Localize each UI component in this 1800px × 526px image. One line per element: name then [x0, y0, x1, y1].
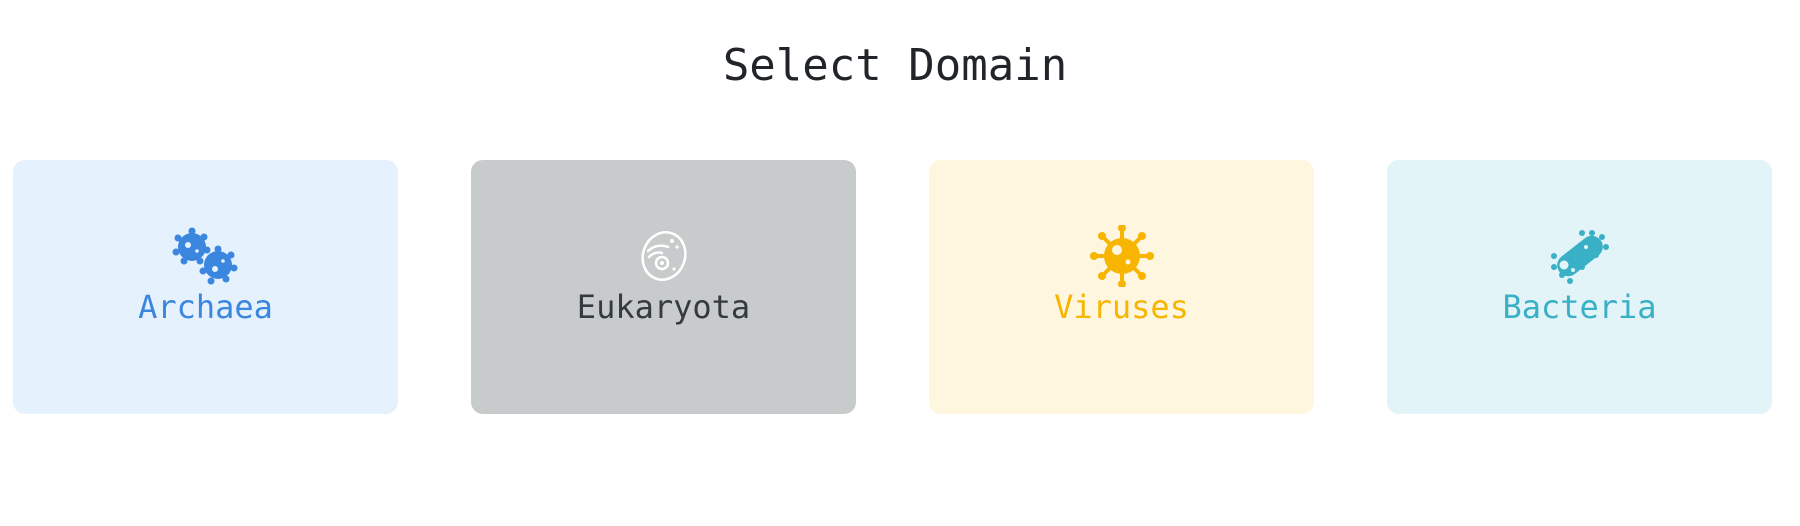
domain-card-label: Viruses [1054, 288, 1189, 326]
page-title: Select Domain [722, 40, 1068, 91]
domain-card-label: Archaea [138, 288, 273, 326]
domain-card-label: Bacteria [1502, 288, 1657, 326]
eukaryote-cell-icon [624, 225, 704, 287]
virus-icon [1082, 225, 1162, 287]
archaea-microbe-icon [166, 225, 246, 287]
domain-card-label: Eukaryota [576, 288, 751, 326]
domain-card-grid: Archaea Eukaryota Viruses Bacteria [13, 160, 1778, 414]
domain-card-bacteria[interactable]: Bacteria [1387, 160, 1772, 414]
domain-card-viruses[interactable]: Viruses [929, 160, 1314, 414]
domain-card-archaea[interactable]: Archaea [13, 160, 398, 414]
bacteria-icon [1540, 225, 1620, 287]
domain-card-eukaryota[interactable]: Eukaryota [471, 160, 856, 414]
